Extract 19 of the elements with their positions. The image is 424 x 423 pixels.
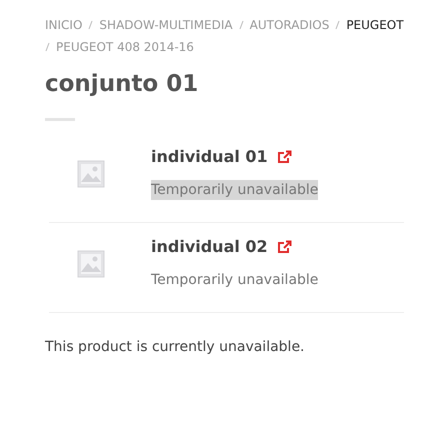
separator-icon [45, 42, 50, 52]
image-placeholder-icon [77, 250, 105, 278]
unavailable-note: This product is currently unavailable. [45, 339, 306, 355]
breadcrumb-link[interactable]: SHADOW-MULTIMEDIA [99, 14, 233, 36]
breadcrumb-link[interactable]: INICIO [45, 14, 82, 36]
breadcrumb-link[interactable]: PEUGEOT [346, 14, 404, 36]
breadcrumb-link[interactable]: AUTORADIOS [250, 14, 330, 36]
page-title: conjunto 01 [45, 70, 200, 99]
external-link-icon[interactable] [276, 240, 292, 254]
separator-icon [335, 20, 340, 30]
separator-icon [238, 20, 244, 30]
product-name: individual 02 [151, 237, 268, 256]
availability-text: Temporarily unavailable [151, 180, 318, 200]
external-link-icon[interactable] [276, 150, 292, 164]
availability-text: Temporarily unavailable [151, 271, 318, 290]
image-placeholder-icon [77, 160, 105, 188]
separator-icon [88, 20, 94, 30]
breadcrumb-link[interactable]: PEUGEOT 408 2014-16 [56, 36, 194, 58]
product-name: individual 01 [151, 147, 268, 166]
